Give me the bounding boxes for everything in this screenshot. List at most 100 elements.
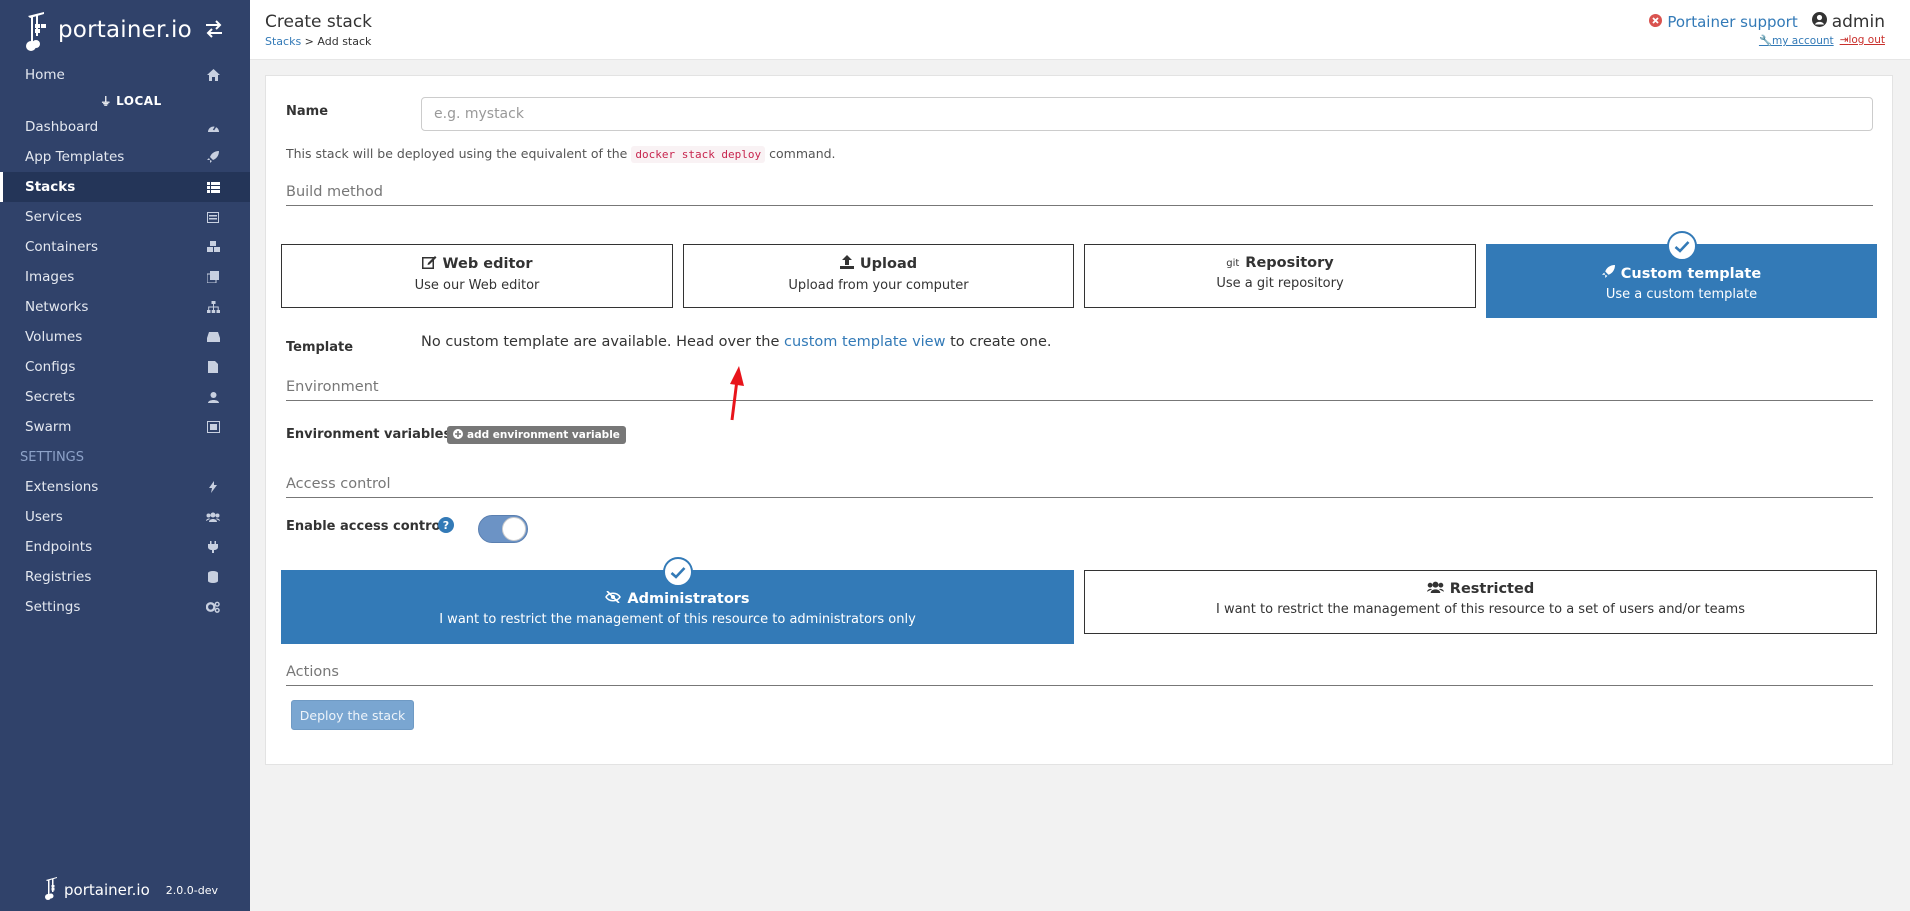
access-restricted[interactable]: Restricted I want to restrict the manage…: [1084, 570, 1877, 634]
add-env-var-button[interactable]: add environment variable: [447, 426, 626, 444]
users-icon: [1426, 581, 1444, 597]
sidebar: portainer.io Home ⏚ LOCAL Dashboard App …: [0, 0, 250, 911]
sidebar-item-services[interactable]: Services: [0, 202, 250, 232]
user-circle-icon: [1811, 12, 1827, 32]
sidebar-item-label: Containers: [25, 239, 99, 255]
footer-brand-name: portainer.io: [64, 881, 150, 899]
sidebar-item-label: Stacks: [25, 179, 76, 195]
build-method-title: Build method: [286, 184, 1873, 206]
sidebar-item-networks[interactable]: Networks: [0, 292, 250, 322]
sidebar-item-label: Dashboard: [25, 119, 99, 135]
eye-slash-icon: [605, 590, 622, 607]
sidebar-item-swarm[interactable]: Swarm: [0, 412, 250, 442]
rocket-icon: [206, 150, 220, 164]
header-user-area: Portainer support admin 🔧my account ⇥log…: [1649, 12, 1885, 47]
rocket-icon: [1601, 265, 1615, 282]
access-control-toggle[interactable]: [478, 515, 528, 543]
breadcrumb-stacks-link[interactable]: Stacks: [265, 35, 301, 48]
actions-title: Actions: [286, 664, 1873, 686]
selected-check-icon: [662, 557, 693, 587]
sidebar-item-registries[interactable]: Registries: [0, 562, 250, 592]
sidebar-item-label: Home: [25, 67, 65, 83]
sidebar-item-stacks[interactable]: Stacks: [0, 172, 250, 202]
sidebar-item-label: Settings: [25, 599, 81, 615]
wrench-icon: 🔧: [1758, 35, 1773, 47]
sidebar-item-settings[interactable]: Settings: [0, 592, 250, 622]
user-name-label: admin: [1831, 12, 1885, 32]
sidebar-item-label: Users: [25, 509, 63, 525]
page-title: Create stack: [265, 12, 373, 32]
support-link[interactable]: Portainer support: [1649, 13, 1798, 31]
my-account-link[interactable]: 🔧my account: [1759, 34, 1834, 47]
list-icon: [206, 180, 220, 194]
portainer-logo-icon: [44, 875, 62, 905]
sidebar-item-extensions[interactable]: Extensions: [0, 472, 250, 502]
sidebar-item-app-templates[interactable]: App Templates: [0, 142, 250, 172]
version-label: 2.0.0-dev: [165, 883, 218, 897]
sidebar-item-label: Networks: [25, 299, 89, 315]
build-method-upload[interactable]: Upload Upload from your computer: [683, 244, 1074, 308]
sidebar-item-users[interactable]: Users: [0, 502, 250, 532]
deploy-stack-button[interactable]: Deploy the stack: [291, 700, 414, 730]
sidebar-item-label: App Templates: [25, 149, 125, 165]
log-out-link[interactable]: ⇥log out: [1840, 34, 1885, 47]
cogs-icon: [206, 600, 220, 614]
dashboard-icon: [206, 120, 220, 134]
sidebar-item-home[interactable]: Home: [0, 60, 250, 90]
users-icon: [206, 510, 220, 524]
custom-template-view-link[interactable]: custom template view: [784, 334, 945, 350]
sidebar-item-secrets[interactable]: Secrets: [0, 382, 250, 412]
user-secret-icon: [206, 390, 220, 404]
hdd-icon: [206, 330, 220, 344]
sidebar-item-endpoints[interactable]: Endpoints: [0, 532, 250, 562]
sidebar-item-label: Swarm: [25, 419, 72, 435]
sidebar-item-volumes[interactable]: Volumes: [0, 322, 250, 352]
sidebar-item-label: Images: [25, 269, 75, 285]
sidebar-item-label: Endpoints: [25, 539, 93, 555]
sidebar-item-containers[interactable]: Containers: [0, 232, 250, 262]
template-label: Template: [286, 340, 354, 355]
sidebar-item-configs[interactable]: Configs: [0, 352, 250, 382]
edit-icon: [421, 255, 437, 273]
object-group-icon: [206, 420, 220, 434]
database-icon: [206, 570, 220, 584]
build-method-repository[interactable]: git Repository Use a git repository: [1084, 244, 1476, 308]
settings-header: SETTINGS: [20, 449, 85, 465]
home-icon: [206, 68, 220, 82]
selected-check-icon: [1666, 231, 1697, 261]
create-stack-form: Name This stack will be deployed using t…: [265, 75, 1893, 765]
stack-name-input[interactable]: [421, 97, 1873, 131]
build-method-custom-template[interactable]: Custom template Use a custom template: [1486, 231, 1877, 318]
breadcrumb-separator: >: [301, 35, 318, 48]
sidebar-item-label: Registries: [25, 569, 92, 585]
breadcrumb: Stacks > Add stack: [265, 35, 371, 48]
git-icon: git: [1226, 257, 1240, 269]
build-method-web-editor[interactable]: Web editor Use our Web editor: [281, 244, 673, 308]
question-circle-icon[interactable]: ?: [438, 517, 454, 533]
exchange-icon[interactable]: [204, 20, 224, 38]
plug-icon: ⏚: [100, 95, 117, 108]
page-header: Create stack Stacks > Add stack Portaine…: [250, 0, 1910, 60]
sidebar-item-label: Configs: [25, 359, 76, 375]
enable-access-control-label: Enable access control: [286, 519, 445, 534]
brand[interactable]: portainer.io: [0, 0, 250, 60]
bolt-icon: [206, 480, 220, 494]
upload-icon: [839, 255, 854, 273]
env-vars-label: Environment variables: [286, 427, 452, 442]
services-icon: [206, 210, 220, 224]
support-link-label: Portainer support: [1667, 13, 1798, 31]
sidebar-item-dashboard[interactable]: Dashboard: [0, 112, 250, 142]
times-circle-icon: [1649, 13, 1663, 31]
sitemap-icon: [206, 300, 220, 314]
access-control-title: Access control: [286, 476, 1873, 498]
annotation-arrow-icon: [726, 362, 752, 422]
brand-name: portainer.io: [58, 17, 192, 43]
toggle-knob: [502, 517, 526, 541]
sidebar-footer: portainer.io 2.0.0-dev: [0, 869, 250, 911]
docker-command-code: docker stack deploy: [631, 146, 766, 163]
endpoint-header: ⏚ LOCAL: [100, 94, 162, 108]
sidebar-item-images[interactable]: Images: [0, 262, 250, 292]
user-name: admin: [1811, 12, 1885, 32]
sidebar-item-label: Services: [25, 209, 82, 225]
access-administrators[interactable]: Administrators I want to restrict the ma…: [281, 557, 1074, 644]
